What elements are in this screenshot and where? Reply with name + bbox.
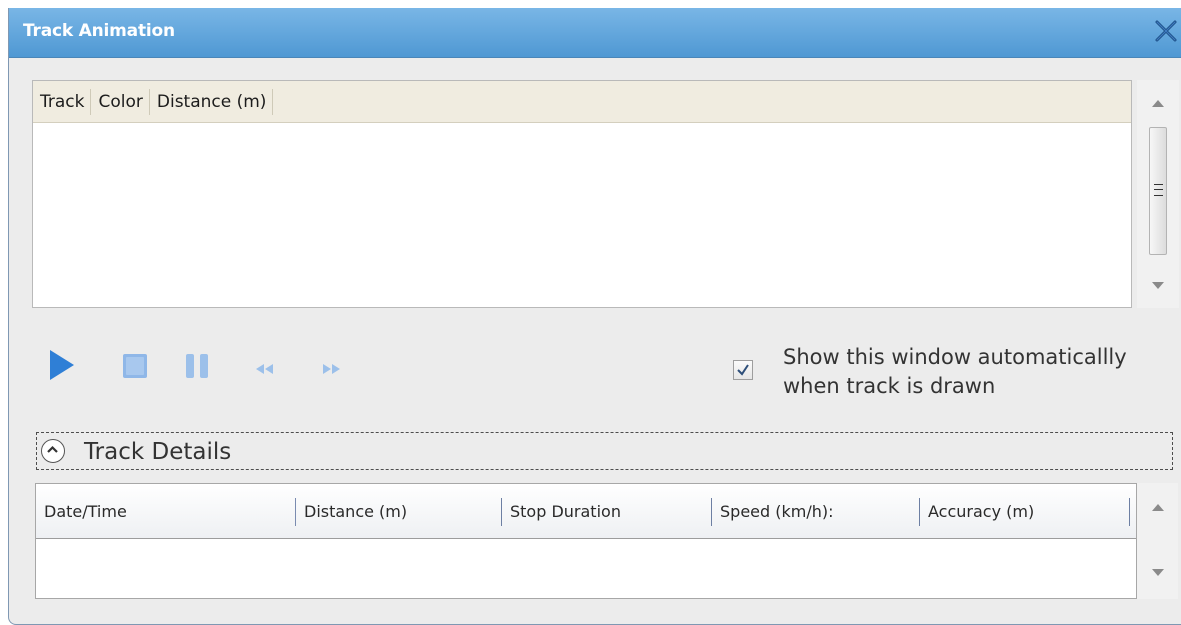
- play-icon[interactable]: [46, 348, 76, 382]
- scroll-down-icon[interactable]: [1150, 565, 1166, 579]
- close-icon[interactable]: [1151, 16, 1181, 46]
- auto-show-label-line2: when track is drawn: [783, 374, 996, 398]
- fast-forward-icon[interactable]: [320, 360, 342, 374]
- track-details-label: Track Details: [84, 439, 232, 465]
- column-header-distance-m[interactable]: Distance (m): [296, 498, 502, 526]
- scrollbar-thumb[interactable]: [1149, 127, 1167, 255]
- column-header-accuracy[interactable]: Accuracy (m): [920, 498, 1130, 526]
- pause-icon[interactable]: [185, 353, 211, 379]
- rewind-icon[interactable]: [254, 360, 276, 374]
- grip-icon: [1154, 184, 1163, 196]
- tracks-grid[interactable]: Track Color Distance (m): [32, 80, 1132, 308]
- window-title: Track Animation: [23, 21, 175, 41]
- auto-show-label[interactable]: Show this window automaticallly when tra…: [783, 343, 1181, 401]
- track-details-grid[interactable]: Date/Time Distance (m) Stop Duration Spe…: [35, 483, 1137, 599]
- scroll-up-icon[interactable]: [1150, 499, 1166, 513]
- column-header-stop-duration[interactable]: Stop Duration: [502, 498, 712, 526]
- column-header-color[interactable]: Color: [91, 88, 150, 115]
- stop-icon[interactable]: [122, 353, 148, 379]
- column-header-distance[interactable]: Distance (m): [150, 88, 274, 115]
- column-header-speed[interactable]: Speed (km/h):: [712, 498, 920, 526]
- track-details-expander[interactable]: Track Details: [36, 432, 1173, 470]
- auto-show-label-line1: Show this window automaticallly: [783, 345, 1127, 369]
- tracks-grid-header: Track Color Distance (m): [33, 81, 1131, 123]
- column-header-track[interactable]: Track: [33, 88, 92, 115]
- auto-show-checkbox[interactable]: [733, 360, 753, 380]
- scroll-up-icon[interactable]: [1150, 95, 1166, 109]
- column-header-datetime[interactable]: Date/Time: [36, 498, 296, 526]
- title-bar[interactable]: Track Animation: [9, 8, 1181, 58]
- track-animation-window: Track Animation Track Color Distance (m): [8, 8, 1181, 625]
- track-details-scrollbar[interactable]: [1137, 483, 1178, 599]
- track-details-grid-header: Date/Time Distance (m) Stop Duration Spe…: [36, 484, 1136, 539]
- scroll-down-icon[interactable]: [1150, 278, 1166, 292]
- collapse-chevron-up-icon[interactable]: [41, 439, 65, 463]
- tracks-grid-scrollbar[interactable]: [1136, 80, 1179, 308]
- checkmark-icon: [737, 364, 749, 376]
